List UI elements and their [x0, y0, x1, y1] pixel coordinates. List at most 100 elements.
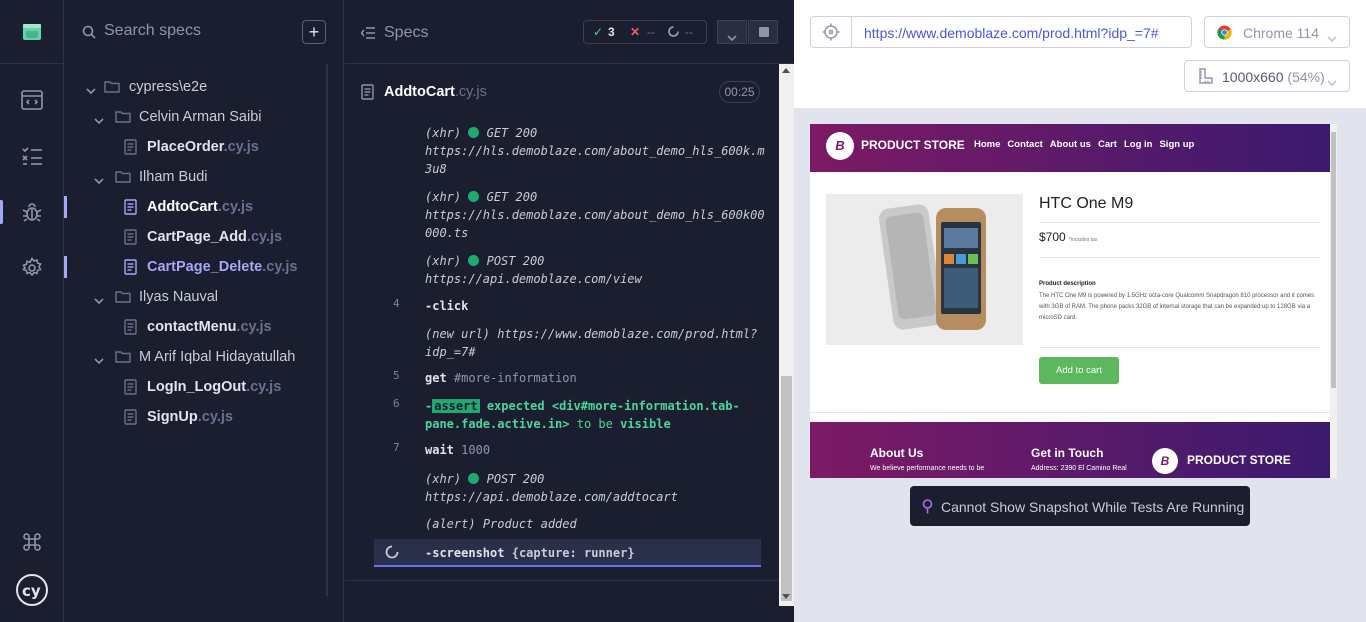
store-navbar: B PRODUCT STORE Home Contact About us Cart L… — [810, 124, 1337, 172]
document-icon — [124, 379, 137, 399]
document-icon — [124, 319, 137, 339]
url-bar[interactable]: https://www.demoblaze.com/prod.html?idp_… — [810, 16, 1192, 48]
add-to-cart-button[interactable]: Add to cart — [1039, 357, 1119, 384]
footer-about-heading: About Us — [870, 446, 924, 460]
tree-folder-label: cypress\e2e — [129, 79, 208, 95]
spec-file-label: PlaceOrder.cy.js — [147, 139, 259, 155]
nav-rail: cy — [0, 0, 64, 622]
chevron-down-icon — [94, 353, 104, 369]
fail-x-icon: ✕ — [630, 25, 641, 39]
spec-duration: 00:25 — [719, 81, 760, 103]
spec-file-row[interactable]: PlaceOrder.cy.js — [64, 132, 324, 162]
tree-folder-row[interactable]: M Arif Iqbal Hidayatullah — [64, 342, 324, 372]
product-description: The HTC One M9 is powered by 1.5GHz octa… — [1039, 293, 1315, 321]
footer-logo-icon: B — [1152, 448, 1178, 474]
folder-icon — [115, 110, 131, 127]
store-brand[interactable]: PRODUCT STORE — [861, 138, 965, 152]
scroll-down-arrow-icon[interactable] — [782, 594, 790, 599]
nav-link-contact[interactable]: Contact — [1007, 139, 1042, 150]
nav-link-login[interactable]: Log in — [1124, 139, 1153, 150]
spec-search-input[interactable]: Search specs — [104, 22, 201, 40]
nav-link-about[interactable]: About us — [1050, 139, 1091, 150]
spec-file-row-hover[interactable]: CartPage_Delete.cy.js — [64, 252, 324, 282]
document-icon — [124, 139, 137, 159]
divider — [1039, 257, 1320, 258]
spec-search-row: Search specs + — [64, 0, 344, 64]
document-icon — [124, 229, 137, 249]
spec-file-row-active[interactable]: AddtoCart.cy.js — [64, 192, 324, 222]
cypress-runner: cy Search specs + cypress\e2e Celvin Arm… — [0, 0, 1366, 622]
command-log: (xhr) GET 200 https://hls.demoblaze.com/a… — [374, 118, 765, 568]
store-footer: About Us We believe performance needs to… — [810, 422, 1337, 478]
passed-count: 3 — [608, 25, 615, 39]
reporter-scrollbar[interactable] — [779, 64, 794, 606]
chevron-down-icon — [94, 293, 104, 309]
status-dot-icon — [468, 191, 480, 202]
spec-tree: cypress\e2e Celvin Arman Saibi PlaceOrde… — [64, 72, 324, 432]
snapshot-warning-toast: Cannot Show Snapshot While Tests Are Run… — [910, 486, 1250, 526]
footer-address: Address: 2390 El Camino Real — [1031, 465, 1127, 472]
spec-file-label: LogIn_LogOut.cy.js — [147, 379, 282, 395]
tree-folder-label: Ilyas Nauval — [139, 289, 218, 305]
spec-file-row[interactable]: SignUp.cy.js — [64, 402, 324, 432]
spec-file-label: contactMenu.cy.js — [147, 319, 272, 335]
reporter-panel: Specs ✓ 3 ✕ -- -- AddtoCart.cy.js 00:25 — [345, 0, 794, 622]
document-icon — [124, 199, 137, 219]
folder-icon — [115, 290, 131, 307]
scroll-up-arrow-icon[interactable] — [782, 68, 790, 73]
nav-link-signup[interactable]: Sign up — [1159, 139, 1194, 150]
aut-iframe-snapshot[interactable]: B PRODUCT STORE Home Contact About us Cart L… — [810, 124, 1337, 478]
settings-gear-icon[interactable] — [0, 248, 64, 288]
specs-scrollbar[interactable] — [326, 64, 328, 596]
new-spec-button[interactable]: + — [302, 20, 326, 44]
selector-playground-crosshair-icon[interactable] — [811, 17, 852, 47]
scrollbar-thumb[interactable] — [781, 376, 792, 601]
spec-file-row[interactable]: CartPage_Add.cy.js — [64, 222, 324, 252]
nav-link-cart[interactable]: Cart — [1098, 139, 1117, 150]
stop-icon — [759, 27, 769, 37]
spec-name: AddtoCart.cy.js — [384, 84, 487, 100]
reporter-title: Specs — [384, 24, 429, 41]
specs-panel: Search specs + cypress\e2e Celvin Arman … — [64, 0, 344, 622]
tree-folder-label: Ilham Budi — [139, 169, 208, 185]
tree-folder-row[interactable]: Ilyas Nauval — [64, 282, 324, 312]
debug-icon[interactable] — [0, 192, 64, 232]
command-log-entry-running[interactable]: -screenshot {capture: runner} — [374, 539, 761, 567]
spec-file-row[interactable]: contactMenu.cy.js — [64, 312, 324, 342]
cypress-cy-logo-icon[interactable]: cy — [0, 570, 64, 610]
ruler-icon — [1199, 68, 1213, 89]
tree-folder-row[interactable]: cypress\e2e — [64, 72, 324, 102]
spec-file-row[interactable]: LogIn_LogOut.cy.js — [64, 372, 324, 402]
aut-header: https://www.demoblaze.com/prod.html?idp_… — [794, 0, 1366, 108]
folder-icon — [115, 170, 131, 187]
status-dot-icon — [468, 127, 480, 138]
tree-folder-label: Celvin Arman Saibi — [139, 109, 262, 125]
snapshot-scrollbar[interactable] — [1330, 124, 1337, 478]
svg-text:cy: cy — [22, 582, 41, 600]
specs-list-icon[interactable] — [0, 136, 64, 176]
expand-toggle-button[interactable] — [717, 20, 747, 44]
store-nav-links: Home Contact About us Cart Log in Sign up — [974, 139, 1201, 150]
app-logo-icon[interactable] — [0, 0, 64, 64]
browser-select[interactable]: Chrome 114 — [1204, 16, 1350, 48]
scrollbar-thumb[interactable] — [1331, 132, 1336, 388]
product-name: HTC One M9 — [1039, 195, 1134, 212]
runs-icon[interactable] — [0, 80, 64, 120]
tree-folder-row[interactable]: Ilham Budi — [64, 162, 324, 192]
status-dot-icon — [468, 255, 480, 266]
footer-about-text: We believe performance needs to be — [870, 465, 985, 472]
tree-folder-row[interactable]: Celvin Arman Saibi — [64, 102, 324, 132]
store-logo-icon[interactable]: B — [826, 132, 854, 160]
keyboard-shortcuts-icon[interactable] — [0, 522, 64, 562]
viewport-info[interactable]: 1000x660 (54%) — [1184, 60, 1350, 92]
document-icon — [124, 409, 137, 429]
collapse-sidebar-icon[interactable] — [360, 26, 375, 44]
nav-link-home[interactable]: Home — [974, 139, 1000, 150]
document-icon — [361, 84, 374, 105]
reporter-header: Specs ✓ 3 ✕ -- -- — [345, 0, 794, 64]
stop-button[interactable] — [748, 20, 778, 44]
running-spec-title: AddtoCart.cy.js — [361, 80, 761, 104]
url-text[interactable]: https://www.demoblaze.com/prod.html?idp_… — [864, 25, 1159, 41]
divider — [810, 412, 1330, 413]
check-icon: ✓ — [593, 25, 604, 39]
